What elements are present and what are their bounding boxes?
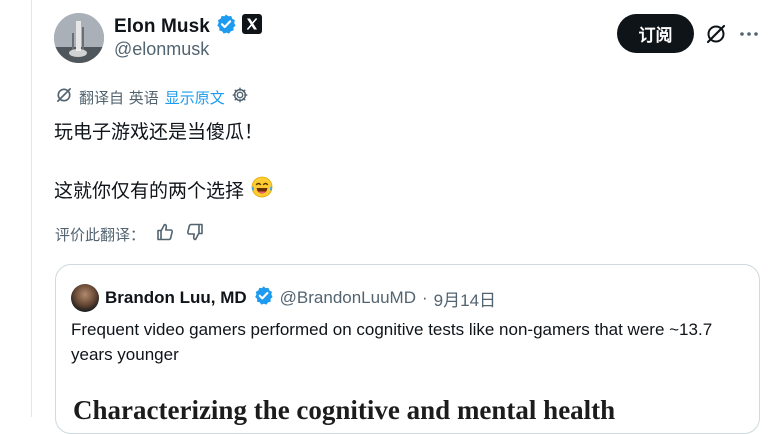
quoted-author-handle[interactable]: @BrandonLuuMD (280, 288, 416, 308)
subscribe-button[interactable]: 订阅 (617, 14, 694, 53)
quoted-author-avatar[interactable] (71, 284, 99, 312)
author-avatar[interactable] (54, 13, 104, 63)
verified-badge-icon (215, 13, 237, 40)
grok-icon[interactable] (705, 23, 727, 45)
rate-translation-label: 评价此翻译： (55, 225, 146, 244)
rate-translation-bar: 评价此翻译： (55, 222, 205, 246)
tweet-text-line-2-text: 这就你仅有的两个选择 (54, 180, 245, 202)
author-name-row: Elon Musk (114, 13, 262, 40)
thumbs-down-icon[interactable] (185, 222, 205, 246)
author-display-name[interactable]: Elon Musk (114, 16, 210, 38)
author-handle[interactable]: @elonmusk (114, 39, 209, 60)
quoted-tweet-text: Frequent video gamers performed on cogni… (71, 320, 713, 364)
more-icon[interactable] (738, 23, 760, 45)
tears-of-joy-emoji-icon (250, 175, 274, 204)
quoted-tweet-date[interactable]: 9月14日 (434, 286, 496, 311)
quoted-tweet-card[interactable]: Brandon Luu, MD @BrandonLuuMD · 9月14日 Fr… (55, 264, 760, 434)
timeline-divider (31, 0, 32, 417)
rocket-launch-image (54, 13, 104, 63)
x-logo-icon (241, 14, 262, 39)
quoted-image-title: Characterizing the cognitive and mental … (73, 395, 616, 425)
translation-bar: 翻译自 英语 显示原文 (55, 86, 249, 108)
thumbs-up-icon[interactable] (155, 222, 175, 246)
quoted-author-name[interactable]: Brandon Luu, MD (105, 288, 247, 308)
quoted-tweet-header: Brandon Luu, MD @BrandonLuuMD · 9月14日 (71, 284, 496, 312)
grok-translate-icon (55, 86, 73, 108)
verified-badge-icon (253, 285, 274, 311)
tweet-text-line-2: 这就你仅有的两个选择 😂 (54, 175, 274, 204)
quoted-separator: · (422, 288, 428, 307)
show-original-link[interactable]: 显示原文 (165, 87, 225, 108)
gear-icon[interactable] (231, 86, 249, 108)
translated-from-label: 翻译自 英语 (79, 88, 159, 107)
tweet-text-line-1: 玩电子游戏还是当傻瓜！ (54, 121, 264, 143)
